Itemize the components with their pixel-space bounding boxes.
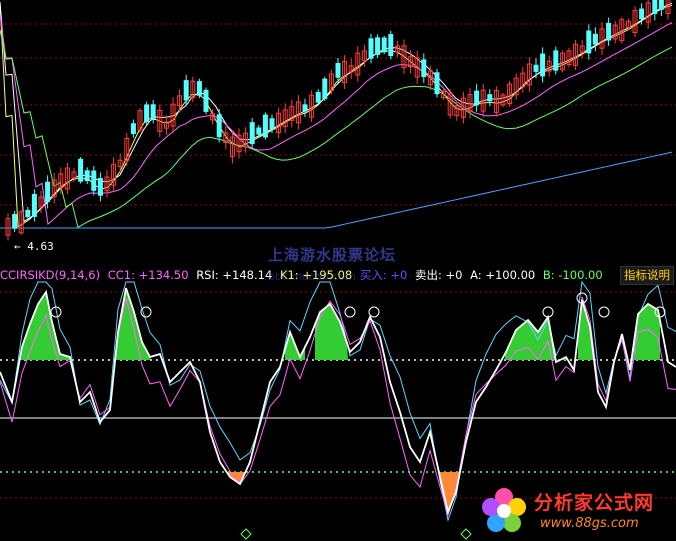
candle-body [150,104,156,120]
site-logo[interactable]: 分析家公式网 www.88gs.com [474,482,674,540]
candle-body [487,94,493,102]
sell-value: 卖出: +0 [415,268,463,282]
candle-body [183,80,189,101]
candle-body [97,178,103,196]
candle-body [434,72,440,95]
buy-value: 买入: +0 [359,268,408,282]
forum-watermark: 上海游水股票论坛 [268,246,397,264]
candle-body [533,64,539,72]
candle-body [256,127,262,135]
candle-body [375,37,381,55]
cc1-value: CC1: +134.50 [107,268,189,282]
candle-body [639,8,645,20]
candle-body [388,34,394,57]
a-value: A: +100.00 [470,268,536,282]
candle-body [421,59,427,78]
candle-body [606,22,612,41]
candle-body [130,123,136,135]
price-chart[interactable] [0,0,676,262]
buy-signal-diamond [460,528,472,540]
forum-watermark-url: bbs.macd8.com [268,270,356,283]
sell-signal-circle [368,306,380,318]
candle-body [144,104,150,123]
candle-body [269,118,275,130]
b-value: B: -100.00 [542,268,603,282]
buy-signal-diamond [240,528,252,540]
candle-body [12,214,18,229]
candle-body [249,122,255,145]
candle-body [84,170,90,182]
candle-body [322,78,328,99]
candle-body [25,209,31,218]
candle-body [553,50,559,71]
sell-signal-circle [598,306,610,318]
rsi-value: RSI: +148.14 [196,268,273,282]
candle-body [91,170,97,191]
candle-body [658,0,664,10]
candle-body [335,63,341,78]
candle-body [368,38,374,59]
indicator-name[interactable]: CCIRSIKD(9,14,6) [0,268,100,282]
low-price-marker: ← 4.63 [14,240,54,253]
candle-body [586,30,592,54]
candle-body [652,0,658,14]
logo-url: www.88gs.com [540,516,639,531]
candle-body [45,181,51,203]
candle-body [474,90,480,106]
candle-body [216,114,222,138]
candle-body [262,114,268,138]
candle-body [196,81,202,96]
candle-body [203,89,209,112]
candle-body [540,53,546,77]
candle-body [315,91,321,103]
candle-body [302,104,308,112]
flower-logo-icon [482,488,526,532]
candle-body [381,37,387,53]
price-chart-panel[interactable] [0,0,676,262]
candle-body [31,193,37,217]
logo-title: 分析家公式网 [534,492,655,514]
indicator-explain-button[interactable]: 指标说明 [620,266,674,285]
sell-signal-circle [344,306,356,318]
candle-body [592,33,598,45]
candle-body [78,158,84,182]
sell-signal-circle [140,306,152,318]
